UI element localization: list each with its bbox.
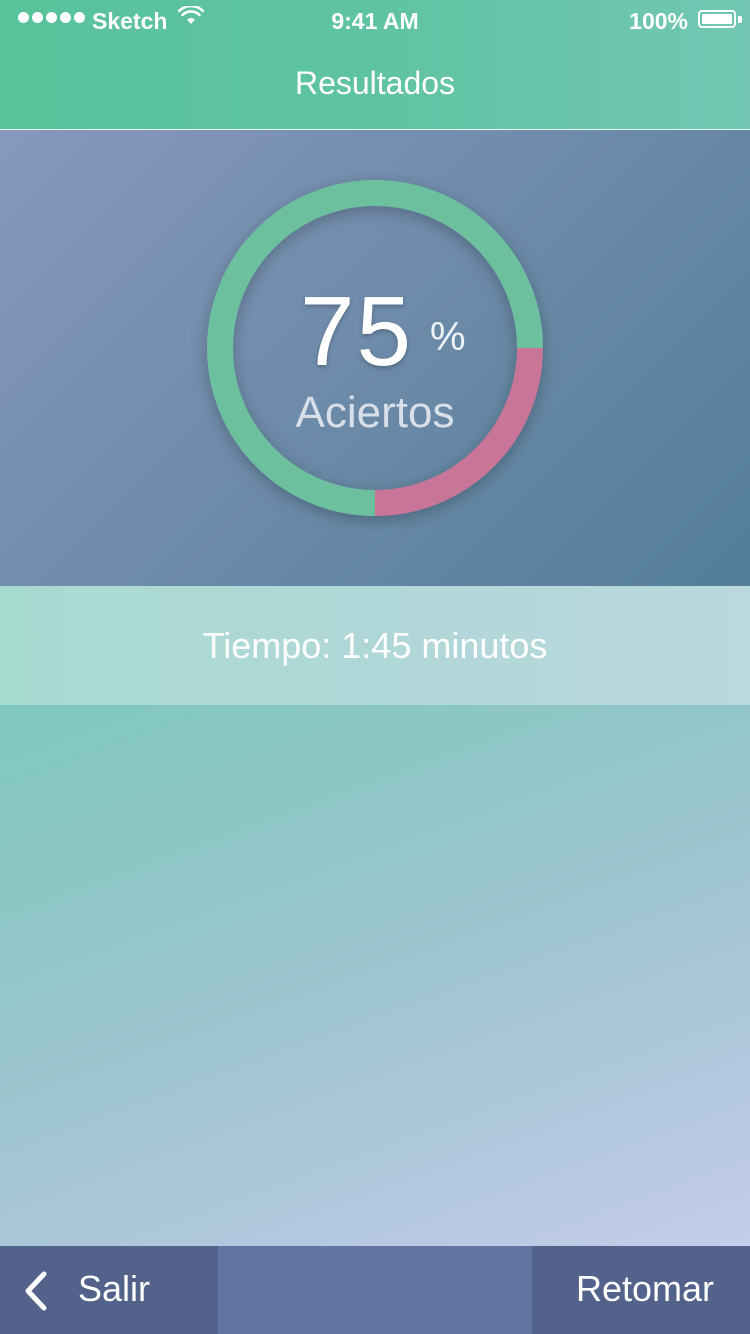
retake-button[interactable]: Retomar	[532, 1246, 750, 1334]
retake-label: Retomar	[575, 1268, 714, 1309]
battery-percentage: 100%	[629, 8, 688, 34]
result-panel: 75 % Aciertos	[0, 130, 750, 586]
footer-bar: Salir Retomar	[0, 1246, 750, 1334]
exit-button[interactable]: Salir	[0, 1246, 218, 1334]
score-value: 75	[300, 276, 414, 386]
page-title: Resultados	[294, 65, 456, 101]
battery-icon	[698, 10, 742, 30]
score-label: Aciertos	[295, 388, 455, 437]
score-unit: %	[430, 315, 466, 359]
exit-label: Salir	[78, 1268, 151, 1309]
time-text: Tiempo: 1:45 minutos	[202, 624, 548, 666]
header-bar: Sketch 9:41 AM 100% Resultados	[0, 0, 750, 130]
time-summary: Tiempo: 1:45 minutos	[0, 586, 750, 705]
status-bar: Sketch 9:41 AM 100%	[0, 0, 750, 44]
content-area	[0, 705, 750, 1246]
back-chevron-icon	[25, 1271, 47, 1311]
